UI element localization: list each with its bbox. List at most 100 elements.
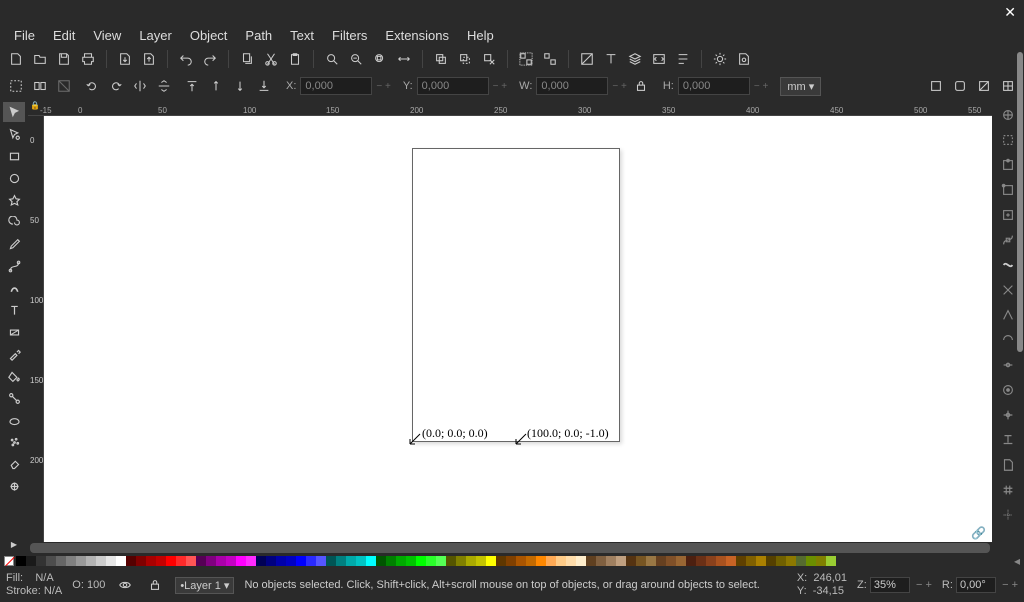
color-swatch[interactable]: [276, 556, 286, 566]
transform-gradient-icon[interactable]: [974, 76, 994, 96]
menu-layer[interactable]: Layer: [131, 26, 180, 45]
h-input[interactable]: [678, 77, 750, 95]
duplicate-icon[interactable]: [431, 49, 451, 69]
layer-visibility-icon[interactable]: [115, 575, 135, 595]
color-swatch[interactable]: [446, 556, 456, 566]
x-input[interactable]: [300, 77, 372, 95]
color-swatch[interactable]: [616, 556, 626, 566]
color-swatch[interactable]: [656, 556, 666, 566]
rotation-input[interactable]: [956, 577, 996, 593]
text-tool-icon[interactable]: [3, 300, 25, 320]
menu-text[interactable]: Text: [282, 26, 322, 45]
color-swatch[interactable]: [206, 556, 216, 566]
color-swatch[interactable]: [536, 556, 546, 566]
color-swatch[interactable]: [506, 556, 516, 566]
color-swatch[interactable]: [406, 556, 416, 566]
color-swatch[interactable]: [736, 556, 746, 566]
new-document-icon[interactable]: [6, 49, 26, 69]
tweak-tool-icon[interactable]: [3, 410, 25, 430]
color-swatch[interactable]: [296, 556, 306, 566]
color-swatch[interactable]: [526, 556, 536, 566]
right-scrollbar[interactable]: [1016, 0, 1024, 556]
lower-bottom-icon[interactable]: [254, 76, 274, 96]
color-swatch[interactable]: [226, 556, 236, 566]
fill-value[interactable]: N/A: [35, 572, 53, 584]
color-swatch[interactable]: [256, 556, 266, 566]
color-swatch[interactable]: [576, 556, 586, 566]
menu-file[interactable]: File: [6, 26, 43, 45]
color-swatch[interactable]: [756, 556, 766, 566]
color-swatch[interactable]: [186, 556, 196, 566]
bezier-tool-icon[interactable]: [3, 256, 25, 276]
color-swatch[interactable]: [76, 556, 86, 566]
layer-selector[interactable]: •Layer 1 ▾: [175, 577, 234, 594]
lock-aspect-icon[interactable]: [631, 76, 651, 96]
color-swatch[interactable]: [306, 556, 316, 566]
canvas[interactable]: (0.0; 0.0; 0.0) (100.0; 0.0; -1.0) 🔗: [44, 116, 992, 542]
color-swatch[interactable]: [286, 556, 296, 566]
color-swatch[interactable]: [106, 556, 116, 566]
color-swatch[interactable]: [486, 556, 496, 566]
color-swatch[interactable]: [496, 556, 506, 566]
open-icon[interactable]: [30, 49, 50, 69]
color-swatch[interactable]: [86, 556, 96, 566]
layers-dialog-icon[interactable]: [625, 49, 645, 69]
menu-extensions[interactable]: Extensions: [377, 26, 457, 45]
color-swatch[interactable]: [416, 556, 426, 566]
align-dialog-icon[interactable]: [673, 49, 693, 69]
color-swatch[interactable]: [46, 556, 56, 566]
unlink-clone-icon[interactable]: [479, 49, 499, 69]
color-swatch[interactable]: [786, 556, 796, 566]
color-swatch[interactable]: [466, 556, 476, 566]
palette-menu-icon[interactable]: ◂: [1014, 554, 1020, 568]
color-swatch[interactable]: [196, 556, 206, 566]
color-swatch[interactable]: [216, 556, 226, 566]
lower-icon[interactable]: [230, 76, 250, 96]
deselect-icon[interactable]: [54, 76, 74, 96]
save-icon[interactable]: [54, 49, 74, 69]
color-swatch[interactable]: [606, 556, 616, 566]
color-swatch[interactable]: [426, 556, 436, 566]
group-icon[interactable]: [516, 49, 536, 69]
transform-stroke-icon[interactable]: [926, 76, 946, 96]
document-properties-icon[interactable]: [734, 49, 754, 69]
toolbox-triangle-icon[interactable]: ▶: [3, 534, 25, 554]
flip-h-icon[interactable]: [130, 76, 150, 96]
color-swatch[interactable]: [646, 556, 656, 566]
color-swatch[interactable]: [246, 556, 256, 566]
color-swatch[interactable]: [96, 556, 106, 566]
eraser-tool-icon[interactable]: [3, 454, 25, 474]
color-swatch[interactable]: [716, 556, 726, 566]
node-tool-icon[interactable]: [3, 124, 25, 144]
color-swatch[interactable]: [176, 556, 186, 566]
color-swatch[interactable]: [706, 556, 716, 566]
dropper-tool-icon[interactable]: [3, 344, 25, 364]
color-swatch[interactable]: [136, 556, 146, 566]
color-swatch[interactable]: [56, 556, 66, 566]
color-swatch[interactable]: [116, 556, 126, 566]
color-swatch[interactable]: [316, 556, 326, 566]
zoom-selection-icon[interactable]: [322, 49, 342, 69]
raise-icon[interactable]: [206, 76, 226, 96]
color-swatch[interactable]: [766, 556, 776, 566]
lpe-tool-icon[interactable]: [3, 476, 25, 496]
color-swatch[interactable]: [586, 556, 596, 566]
preferences-icon[interactable]: [710, 49, 730, 69]
menu-help[interactable]: Help: [459, 26, 502, 45]
xml-editor-icon[interactable]: [649, 49, 669, 69]
menu-filters[interactable]: Filters: [324, 26, 375, 45]
redo-icon[interactable]: [200, 49, 220, 69]
undo-icon[interactable]: [176, 49, 196, 69]
color-swatch[interactable]: [236, 556, 246, 566]
color-swatch[interactable]: [696, 556, 706, 566]
color-swatch[interactable]: [826, 556, 836, 566]
color-swatch[interactable]: [336, 556, 346, 566]
zoom-page-icon[interactable]: [370, 49, 390, 69]
menu-object[interactable]: Object: [182, 26, 236, 45]
color-swatch[interactable]: [66, 556, 76, 566]
print-icon[interactable]: [78, 49, 98, 69]
connector-tool-icon[interactable]: [3, 388, 25, 408]
color-swatch[interactable]: [156, 556, 166, 566]
rotate-cw-icon[interactable]: [106, 76, 126, 96]
select-same-icon[interactable]: [30, 76, 50, 96]
